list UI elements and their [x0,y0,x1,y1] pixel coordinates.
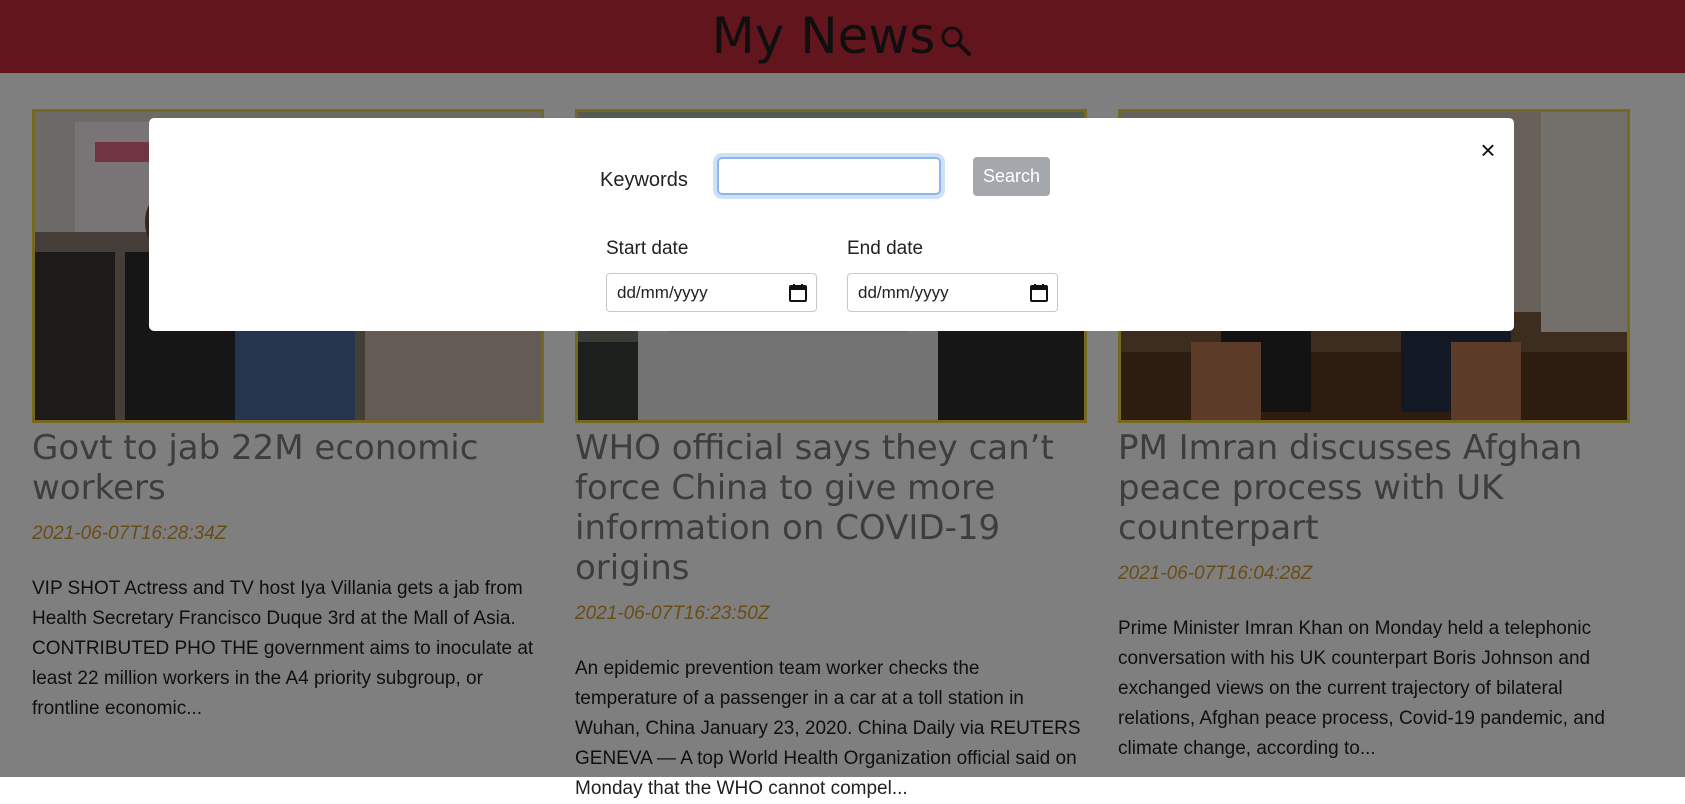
start-date-field[interactable]: dd/mm/yyyy [606,273,817,312]
end-date-value: dd/mm/yyyy [858,282,949,302]
end-date-field[interactable]: dd/mm/yyyy [847,273,1058,312]
keywords-input[interactable] [717,157,941,195]
calendar-icon[interactable] [1029,283,1049,303]
close-button[interactable]: × [1476,136,1500,164]
start-date-value: dd/mm/yyyy [617,282,708,302]
search-button[interactable]: Search [973,157,1050,196]
end-date-label: End date [847,238,924,259]
modal-backdrop[interactable] [0,0,1685,777]
calendar-icon[interactable] [788,283,808,303]
search-modal: × Keywords Search Start date dd/mm/yyyy … [149,118,1514,331]
start-date-label: Start date [606,238,689,259]
keywords-label: Keywords [600,169,688,191]
